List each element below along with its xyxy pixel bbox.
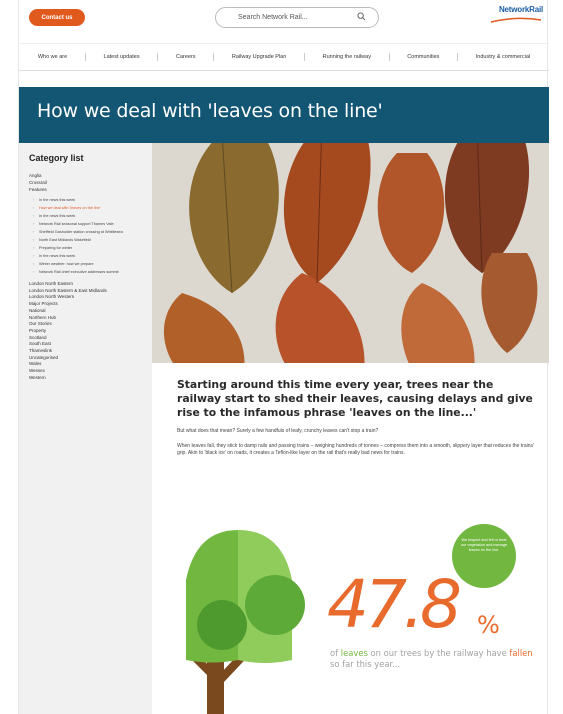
article-headline: Starting around this time every year, tr…: [177, 378, 533, 419]
nav-divider: [457, 53, 459, 61]
region-item[interactable]: Thameslink: [29, 348, 152, 355]
region-item[interactable]: Uncategorised: [29, 355, 152, 362]
logo-text: NetworkRail: [498, 5, 543, 14]
region-item[interactable]: Our Stories: [29, 321, 152, 328]
inspection-bubble: We inspect and fell or treat our vegetat…: [452, 524, 516, 588]
nav-latest-updates[interactable]: Latest updates: [104, 54, 140, 60]
nav-railway-upgrade-plan[interactable]: Railway Upgrade Plan: [232, 54, 286, 60]
network-rail-logo[interactable]: NetworkRail: [487, 5, 543, 27]
nav-running-the-railway[interactable]: Running the railway: [323, 54, 371, 60]
contact-button[interactable]: Contact us: [29, 9, 85, 26]
hero-banner: How we deal with 'leaves on the line': [19, 87, 549, 143]
nav-industry-commercial[interactable]: Industry & commercial: [476, 54, 530, 60]
sub-item[interactable]: Preparing for winter: [33, 246, 149, 251]
sub-item[interactable]: Network Rail seasonal support Thames Val…: [33, 222, 149, 227]
nav-who-we-are[interactable]: Who we are: [38, 54, 67, 60]
article-paragraph-2: When leaves fall, they stick to damp rai…: [177, 443, 534, 456]
region-item[interactable]: Wessex: [29, 368, 152, 375]
sub-item[interactable]: Network Rail chief executive addresses s…: [33, 270, 149, 275]
article-paragraph-1: But what does that mean? Surely a few ha…: [177, 428, 379, 434]
region-item[interactable]: London North Eastern: [29, 281, 152, 288]
region-item[interactable]: South East: [29, 341, 152, 348]
caption-fallen: fallen: [509, 648, 533, 658]
region-item[interactable]: Western: [29, 375, 152, 382]
leaves-photo: [152, 143, 549, 363]
nav-divider: [84, 53, 86, 61]
nav-communities[interactable]: Communities: [407, 54, 439, 60]
category-regions-list: London North Eastern London North Easter…: [29, 281, 152, 382]
sub-item[interactable]: In the news this week: [33, 198, 149, 203]
sub-item[interactable]: North East Midlands Wakefield: [33, 238, 149, 243]
caption-leaves: leaves: [340, 648, 368, 658]
page-title: How we deal with 'leaves on the line': [37, 100, 383, 122]
nav-careers[interactable]: Careers: [176, 54, 196, 60]
caption-part: on our trees by the railway have: [370, 648, 507, 658]
region-item[interactable]: London North Western: [29, 294, 152, 301]
search-placeholder: Search Network Rail...: [238, 14, 308, 21]
category-item-features[interactable]: Features: [29, 186, 152, 193]
search-input[interactable]: Search Network Rail...: [215, 7, 379, 28]
article-body: Starting around this time every year, tr…: [177, 378, 539, 457]
nav-divider: [157, 53, 159, 61]
nav-divider: [213, 53, 215, 61]
sub-item-active[interactable]: How we deal with 'leaves on the line': [33, 206, 149, 211]
sub-item[interactable]: Winter weather: how we prepare: [33, 262, 149, 267]
region-item[interactable]: Northern Hub: [29, 315, 152, 322]
percent-sign: %: [477, 611, 500, 639]
sub-item[interactable]: Sheffield Gasholder station crossing at …: [33, 230, 149, 235]
category-item-crossrail[interactable]: Crossrail: [29, 179, 152, 186]
leaves-illustration: [152, 143, 549, 363]
sub-item[interactable]: In the news this week: [33, 254, 149, 259]
region-item[interactable]: London North Eastern & East Midlands: [29, 288, 152, 295]
percent-figure: 47.8: [327, 566, 462, 643]
sidebar-title: Category list: [29, 153, 84, 163]
category-sidebar: Category list Anglia Crossrail Features …: [19, 143, 152, 714]
logo-swoosh-icon: [490, 17, 542, 23]
caption-part: of: [330, 648, 339, 658]
top-bar: Contact us Search Network Rail... Networ…: [19, 0, 549, 42]
region-item[interactable]: Wales: [29, 361, 152, 368]
category-top-list: Anglia Crossrail Features: [29, 172, 152, 193]
caption-part: so far this year...: [330, 659, 401, 669]
page: Contact us Search Network Rail... Networ…: [18, 0, 549, 714]
features-sub-list: In the news this week How we deal with '…: [33, 198, 152, 275]
leaves-infographic: We inspect and fell or treat our vegetat…: [152, 500, 549, 714]
category-item-anglia[interactable]: Anglia: [29, 172, 152, 179]
region-item[interactable]: Major Projects: [29, 301, 152, 308]
region-item[interactable]: Scotland: [29, 335, 152, 342]
nav-divider: [303, 53, 305, 61]
nav-divider: [388, 53, 390, 61]
region-item[interactable]: Property: [29, 328, 152, 335]
region-item[interactable]: National: [29, 308, 152, 315]
infographic-caption: of leaves on our trees by the railway ha…: [330, 648, 540, 670]
sub-item[interactable]: In the news this week: [33, 214, 149, 219]
main-nav: Who we are Latest updates Careers Railwa…: [19, 43, 549, 71]
search-icon[interactable]: [357, 12, 366, 21]
